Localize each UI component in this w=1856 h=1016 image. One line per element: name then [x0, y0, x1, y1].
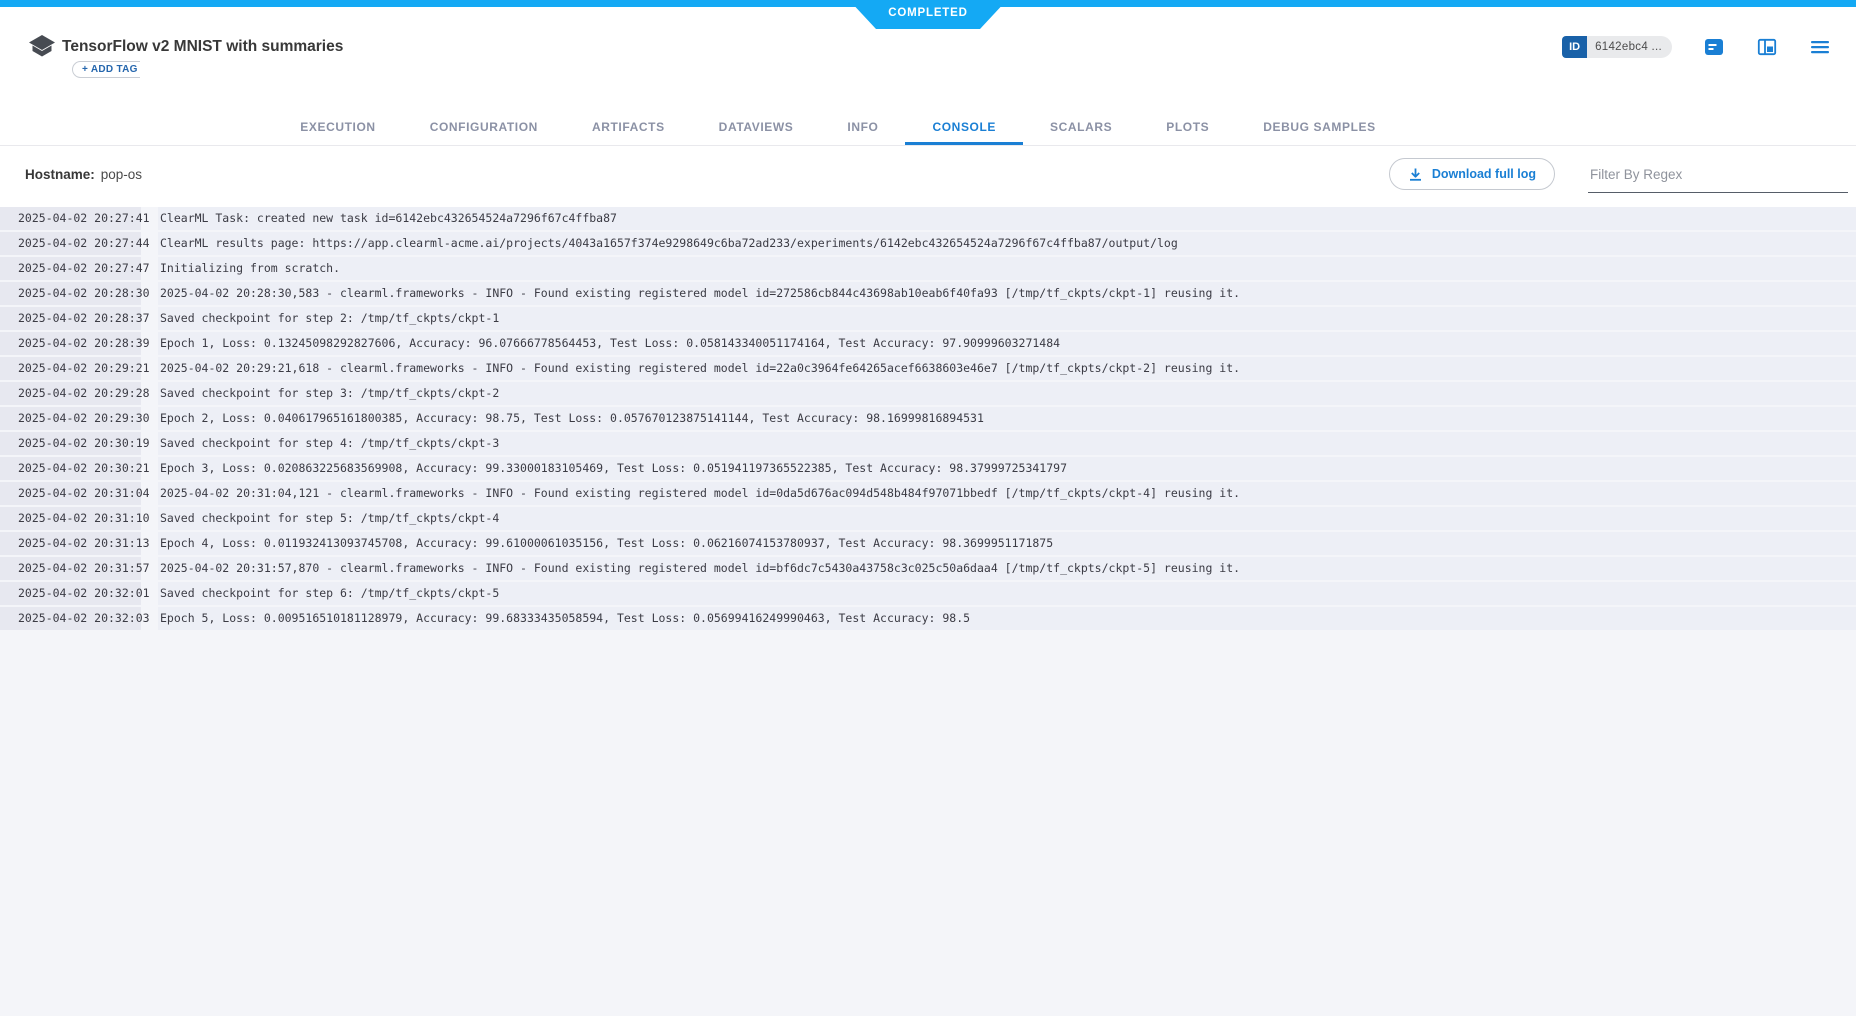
details-panel-icon[interactable]	[1703, 36, 1725, 58]
log-column-gap	[141, 307, 158, 330]
log-message: ClearML Task: created new task id=6142eb…	[158, 207, 1856, 230]
log-column-gap	[141, 507, 158, 530]
log-column-gap	[141, 357, 158, 380]
status-badge: COMPLETED	[849, 0, 1007, 29]
log-timestamp: 2025-04-02 20:29:28	[0, 382, 141, 405]
filter-regex-input[interactable]	[1588, 157, 1848, 193]
log-column-gap	[141, 582, 158, 605]
log-message: 2025-04-02 20:28:30,583 - clearml.framew…	[158, 282, 1856, 305]
add-tag-label: + ADD TAG	[82, 64, 138, 75]
tab-bar: EXECUTIONCONFIGURATIONARTIFACTSDATAVIEWS…	[0, 111, 1766, 145]
tab-plots[interactable]: PLOTS	[1139, 112, 1236, 145]
add-tag-button[interactable]: + ADD TAG	[72, 61, 140, 78]
log-row: 2025-04-02 20:31:13 Epoch 4, Loss: 0.0119…	[0, 532, 1856, 555]
tab-scalars[interactable]: SCALARS	[1023, 112, 1139, 145]
log-column-gap	[141, 232, 158, 255]
log-row: 2025-04-02 20:30:21 Epoch 3, Loss: 0.0208…	[0, 457, 1856, 480]
tab-dataviews[interactable]: DATAVIEWS	[692, 112, 821, 145]
log-message: Initializing from scratch.	[158, 257, 1856, 280]
log-row: 2025-04-02 20:28:30 2025-04-02 20:28:30,5…	[0, 282, 1856, 305]
tab-console[interactable]: CONSOLE	[905, 112, 1023, 145]
hostname: Hostname: pop-os	[25, 167, 142, 182]
log-row: 2025-04-02 20:30:19 Saved checkpoint for …	[0, 432, 1856, 455]
log-message: 2025-04-02 20:31:04,121 - clearml.framew…	[158, 482, 1856, 505]
log-column-gap	[141, 482, 158, 505]
hostname-label: Hostname:	[25, 167, 95, 182]
log-row: 2025-04-02 20:29:21 2025-04-02 20:29:21,6…	[0, 357, 1856, 380]
download-label: Download full log	[1432, 167, 1536, 181]
log-row: 2025-04-02 20:28:37 Saved checkpoint for …	[0, 307, 1856, 330]
log-timestamp: 2025-04-02 20:31:04	[0, 482, 141, 505]
menu-icon[interactable]	[1809, 36, 1831, 58]
log-timestamp: 2025-04-02 20:31:13	[0, 532, 141, 555]
log-row: 2025-04-02 20:31:57 2025-04-02 20:31:57,8…	[0, 557, 1856, 580]
console-toolbar: Hostname: pop-os Download full log	[0, 147, 1856, 207]
log-message: Saved checkpoint for step 6: /tmp/tf_ckp…	[158, 582, 1856, 605]
id-value: 6142ebc4 ...	[1587, 36, 1672, 58]
log-column-gap	[141, 332, 158, 355]
log-column-gap	[141, 207, 158, 230]
log-message: Saved checkpoint for step 4: /tmp/tf_ckp…	[158, 432, 1856, 455]
log-column-gap	[141, 607, 158, 630]
log-timestamp: 2025-04-02 20:31:10	[0, 507, 141, 530]
tab-configuration[interactable]: CONFIGURATION	[403, 112, 565, 145]
log-column-gap	[141, 257, 158, 280]
log-column-gap	[141, 407, 158, 430]
log-row: 2025-04-02 20:31:04 2025-04-02 20:31:04,1…	[0, 482, 1856, 505]
log-timestamp: 2025-04-02 20:32:03	[0, 607, 141, 630]
log-timestamp: 2025-04-02 20:32:01	[0, 582, 141, 605]
log-message: Epoch 4, Loss: 0.011932413093745708, Acc…	[158, 532, 1856, 555]
log-row: 2025-04-02 20:31:10 Saved checkpoint for …	[0, 507, 1856, 530]
log-message: ClearML results page: https://app.clearm…	[158, 232, 1856, 255]
log-row: 2025-04-02 20:29:28 Saved checkpoint for …	[0, 382, 1856, 405]
log-timestamp: 2025-04-02 20:30:19	[0, 432, 141, 455]
log-timestamp: 2025-04-02 20:27:47	[0, 257, 141, 280]
tab-execution[interactable]: EXECUTION	[273, 112, 402, 145]
id-label: ID	[1562, 36, 1587, 58]
log-column-gap	[141, 532, 158, 555]
page-title: TensorFlow v2 MNIST with summaries	[62, 38, 343, 56]
log-message: 2025-04-02 20:29:21,618 - clearml.framew…	[158, 357, 1856, 380]
hostname-value: pop-os	[101, 167, 142, 182]
log-timestamp: 2025-04-02 20:29:30	[0, 407, 141, 430]
header-actions: ID 6142ebc4 ...	[1562, 34, 1831, 60]
download-icon	[1408, 167, 1423, 182]
log-row: 2025-04-02 20:32:01 Saved checkpoint for …	[0, 582, 1856, 605]
log-row: 2025-04-02 20:27:41 ClearML Task: created…	[0, 207, 1856, 230]
log-column-gap	[141, 282, 158, 305]
log-timestamp: 2025-04-02 20:27:41	[0, 207, 141, 230]
log-row: 2025-04-02 20:32:03 Epoch 5, Loss: 0.0095…	[0, 607, 1856, 630]
log-timestamp: 2025-04-02 20:28:37	[0, 307, 141, 330]
log-row: 2025-04-02 20:28:39 Epoch 1, Loss: 0.1324…	[0, 332, 1856, 355]
tab-info[interactable]: INFO	[820, 112, 905, 145]
log-row: 2025-04-02 20:27:44 ClearML results page:…	[0, 232, 1856, 255]
log-row: 2025-04-02 20:29:30 Epoch 2, Loss: 0.0406…	[0, 407, 1856, 430]
layout-panel-icon[interactable]	[1756, 36, 1778, 58]
experiment-type-icon	[24, 29, 60, 65]
log-row: 2025-04-02 20:27:47 Initializing from scr…	[0, 257, 1856, 280]
log-message: Saved checkpoint for step 3: /tmp/tf_ckp…	[158, 382, 1856, 405]
log-column-gap	[141, 382, 158, 405]
log-timestamp: 2025-04-02 20:31:57	[0, 557, 141, 580]
log-message: Saved checkpoint for step 2: /tmp/tf_ckp…	[158, 307, 1856, 330]
log-timestamp: 2025-04-02 20:30:21	[0, 457, 141, 480]
log-message: Epoch 1, Loss: 0.13245098292827606, Accu…	[158, 332, 1856, 355]
log-column-gap	[141, 432, 158, 455]
log-message: Epoch 5, Loss: 0.009516510181128979, Acc…	[158, 607, 1856, 630]
log-message: 2025-04-02 20:31:57,870 - clearml.framew…	[158, 557, 1856, 580]
log-timestamp: 2025-04-02 20:29:21	[0, 357, 141, 380]
log-message: Epoch 2, Loss: 0.040617965161800385, Acc…	[158, 407, 1856, 430]
download-full-log-button[interactable]: Download full log	[1389, 158, 1555, 190]
log-message: Epoch 3, Loss: 0.020863225683569908, Acc…	[158, 457, 1856, 480]
tab-artifacts[interactable]: ARTIFACTS	[565, 112, 692, 145]
console-log[interactable]: 2025-04-02 20:27:41 ClearML Task: created…	[0, 207, 1856, 1016]
tab-debug-samples[interactable]: DEBUG SAMPLES	[1236, 112, 1402, 145]
log-timestamp: 2025-04-02 20:28:39	[0, 332, 141, 355]
log-message: Saved checkpoint for step 5: /tmp/tf_ckp…	[158, 507, 1856, 530]
log-column-gap	[141, 557, 158, 580]
log-timestamp: 2025-04-02 20:27:44	[0, 232, 141, 255]
log-timestamp: 2025-04-02 20:28:30	[0, 282, 141, 305]
task-id-badge[interactable]: ID 6142ebc4 ...	[1562, 36, 1672, 58]
log-column-gap	[141, 457, 158, 480]
